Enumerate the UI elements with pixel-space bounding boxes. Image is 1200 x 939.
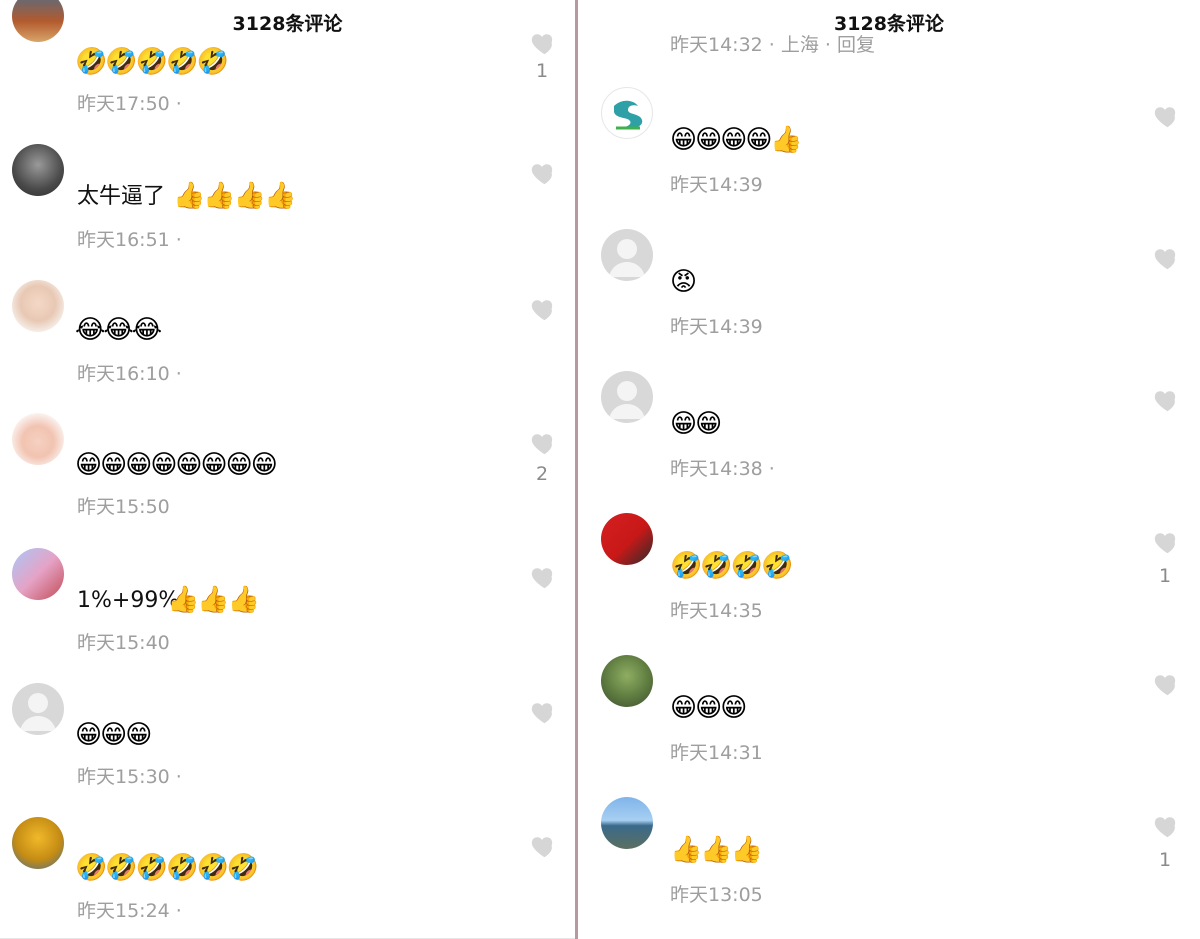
heart-icon[interactable] <box>1150 527 1180 557</box>
default-avatar-icon[interactable] <box>601 229 653 281</box>
comment-emojis: 👍👍👍 <box>670 835 763 865</box>
heart-icon[interactable] <box>1150 101 1180 131</box>
comment-emojis: 😁😁😁 <box>670 693 747 723</box>
comment-time: 昨天13:05 <box>670 884 763 906</box>
heart-icon[interactable] <box>527 831 557 861</box>
comment-emojis: 😁😁😁😁👍 <box>670 125 803 155</box>
heart-icon[interactable] <box>1150 385 1180 415</box>
comment-emojis: 😁😁😁😁😁😁😁😁 <box>75 450 278 480</box>
avatar[interactable] <box>12 144 64 196</box>
avatar[interactable] <box>601 797 653 849</box>
comment-time: 昨天15:40 <box>77 632 170 654</box>
comment-time: 昨天14:31 <box>670 742 763 764</box>
comment-emojis: 😁😁😁 <box>75 720 152 750</box>
heart-icon[interactable] <box>527 562 557 592</box>
heart-icon[interactable] <box>527 697 557 727</box>
comment-time: 昨天14:39 <box>670 316 763 338</box>
comment-time: 昨天14:35 <box>670 600 763 622</box>
comment-time: 昨天14:38 · <box>670 458 775 480</box>
comment-emojis: 😡 <box>670 267 697 297</box>
comment-emojis: 🤣🤣🤣🤣🤣 <box>75 47 229 77</box>
avatar[interactable] <box>12 548 64 600</box>
comment-text: 1%+99% <box>77 588 180 613</box>
comment-emojis: 👍👍👍 <box>167 585 260 615</box>
comment-emojis: 😂😂😂 <box>75 315 162 345</box>
comment-panel-right: 3128条评论 昨天14:32 · 上海 · 回复 😁😁😁😁👍 昨天14:39 … <box>578 0 1200 939</box>
like-count: 2 <box>535 463 549 485</box>
avatar[interactable] <box>12 817 64 869</box>
heart-icon[interactable] <box>527 28 557 58</box>
avatar[interactable] <box>601 513 653 565</box>
comment-emojis: 😁😁 <box>670 409 722 439</box>
heart-icon[interactable] <box>527 158 557 188</box>
comment-text: 太牛逼了 <box>77 184 166 209</box>
like-count: 1 <box>1158 849 1172 871</box>
comment-panel-left: 3128条评论 🤣🤣🤣🤣🤣 昨天17:50 · 1 太牛逼了 👍👍👍👍 昨天16… <box>0 0 575 939</box>
like-count: 1 <box>535 60 549 82</box>
comment-time: 昨天16:51 · <box>77 229 182 251</box>
comment-time: 昨天16:10 · <box>77 363 182 385</box>
heart-icon[interactable] <box>1150 243 1180 273</box>
avatar[interactable] <box>601 655 653 707</box>
like-count: 1 <box>1158 565 1172 587</box>
comment-time: 昨天15:24 · <box>77 900 182 922</box>
panel-title: 3128条评论 <box>232 13 343 35</box>
default-avatar-icon[interactable] <box>601 371 653 423</box>
avatar[interactable] <box>601 87 653 139</box>
comment-emojis: 🤣🤣🤣🤣 <box>670 551 793 581</box>
comment-time: 昨天15:30 · <box>77 766 182 788</box>
comment-time: 昨天15:50 <box>77 496 170 518</box>
heart-icon[interactable] <box>1150 669 1180 699</box>
comment-emojis: 🤣🤣🤣🤣🤣🤣 <box>75 853 259 883</box>
heart-icon[interactable] <box>527 294 557 324</box>
comment-time: 昨天14:32 · 上海 · 回复 <box>670 34 875 56</box>
heart-icon[interactable] <box>1150 811 1180 841</box>
comment-emojis: 👍👍👍👍 <box>173 181 296 211</box>
comment-time: 昨天14:39 <box>670 174 763 196</box>
default-avatar-icon[interactable] <box>12 683 64 735</box>
avatar[interactable] <box>12 413 64 465</box>
avatar[interactable] <box>12 280 64 332</box>
comment-time: 昨天17:50 · <box>77 93 182 115</box>
heart-icon[interactable] <box>527 428 557 458</box>
